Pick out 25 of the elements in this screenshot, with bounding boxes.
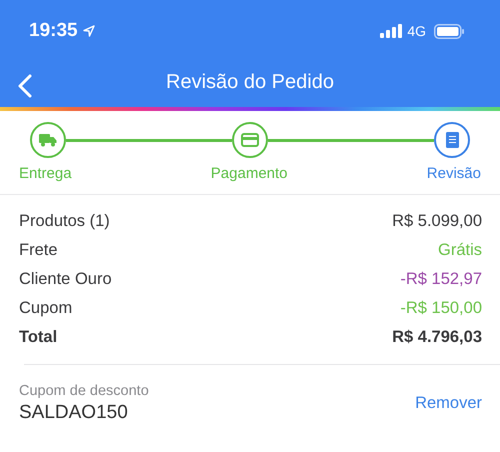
summary-value: R$ 4.796,03 <box>392 328 482 347</box>
remove-button[interactable]: Remover <box>415 394 482 413</box>
summary-label: Frete <box>19 241 58 260</box>
summary-value: -R$ 150,00 <box>400 299 482 318</box>
battery-icon <box>434 24 464 38</box>
status-time: 19:35 <box>29 20 78 42</box>
summary-label: Total <box>19 328 58 347</box>
summary-value: -R$ 152,97 <box>400 270 482 289</box>
summary-label: Produtos (1) <box>19 212 110 231</box>
summary-value: R$ 5.099,00 <box>392 212 482 231</box>
coupon-code: SALDAO150 <box>19 402 129 424</box>
truck-icon <box>39 133 57 147</box>
summary-label: Cliente Ouro <box>19 270 112 289</box>
network-label: 4G <box>407 23 426 39</box>
summary-label: Cupom <box>19 299 72 318</box>
nav-title: Revisão do Pedido <box>166 71 334 94</box>
signal-icon <box>380 24 402 38</box>
step-label: Entrega <box>19 165 72 182</box>
document-icon <box>446 132 458 148</box>
step-label: Pagamento <box>210 165 288 182</box>
summary-value: Grátis <box>438 241 482 260</box>
coupon-label: Cupom de desconto <box>19 383 149 399</box>
step-label: Revisão <box>426 165 481 182</box>
location-icon <box>82 25 95 37</box>
card-icon <box>241 133 259 147</box>
